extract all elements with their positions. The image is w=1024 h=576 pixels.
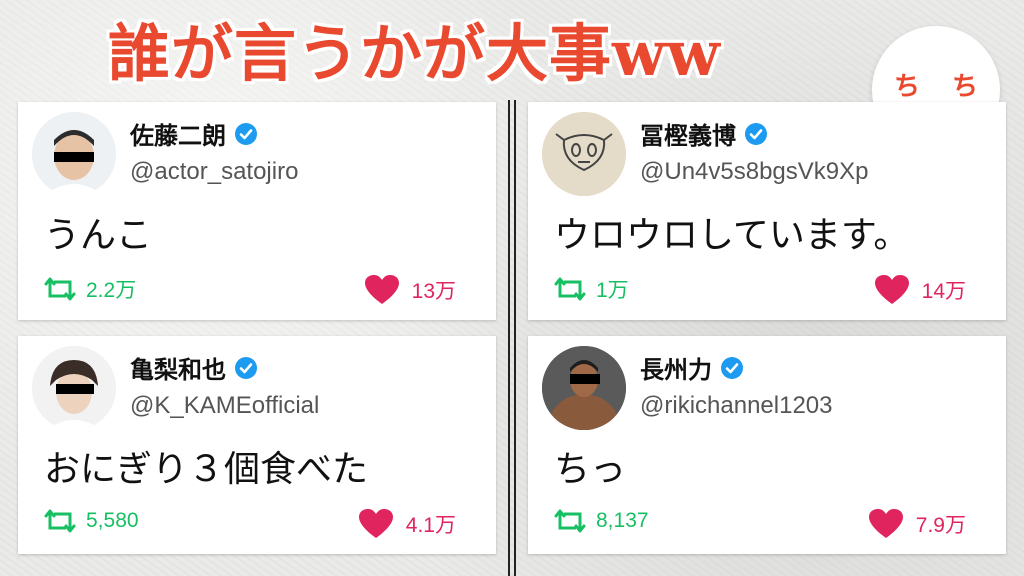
display-name-text: 冨樫義博 bbox=[640, 122, 736, 150]
display-name-text: 佐藤二朗 bbox=[130, 122, 226, 150]
tweet-stats: 2.2万 13万 bbox=[44, 274, 456, 304]
center-divider bbox=[508, 100, 516, 576]
avatar[interactable] bbox=[542, 346, 626, 430]
retweet-button[interactable]: 5,580 bbox=[44, 508, 139, 534]
like-count: 7.9万 bbox=[915, 514, 966, 537]
heart-icon bbox=[364, 275, 399, 304]
heart-icon bbox=[874, 275, 909, 304]
avatar[interactable] bbox=[542, 112, 626, 196]
retweet-icon bbox=[44, 277, 76, 301]
verified-badge-icon bbox=[235, 122, 257, 145]
display-name[interactable]: 冨樫義博 bbox=[640, 116, 768, 151]
display-name[interactable]: 亀梨和也 bbox=[130, 350, 258, 385]
like-button[interactable]: 4.1万 bbox=[358, 508, 456, 540]
tweet-card[interactable]: 亀梨和也 @K_KAMEofficial おにぎり３個食べた 5,580 4.1… bbox=[18, 336, 496, 554]
logo-char-right: ち bbox=[952, 72, 979, 102]
verified-badge-icon bbox=[745, 122, 767, 145]
tweet-text: ウロウロしています。 bbox=[554, 215, 910, 256]
logo-char-left: ち bbox=[894, 72, 921, 102]
tweet-text: ちっ bbox=[554, 449, 627, 490]
tweet-card[interactable]: 冨樫義博 @Un4v5s8bgsVk9Xp ウロウロしています。 1万 14万 bbox=[528, 102, 1006, 320]
retweet-count: 2.2万 bbox=[86, 279, 137, 302]
display-name-text: 長州力 bbox=[640, 356, 712, 384]
retweet-count: 5,580 bbox=[86, 509, 139, 532]
tweet-stats: 8,137 7.9万 bbox=[554, 508, 966, 538]
user-handle[interactable]: @Un4v5s8bgsVk9Xp bbox=[640, 158, 869, 186]
like-count: 14万 bbox=[921, 280, 966, 303]
avatar[interactable] bbox=[32, 346, 116, 430]
tweet-card[interactable]: 佐藤二朗 @actor_satojiro うんこ 2.2万 13万 bbox=[18, 102, 496, 320]
like-button[interactable]: 14万 bbox=[874, 274, 966, 306]
retweet-icon bbox=[554, 277, 586, 301]
retweet-button[interactable]: 8,137 bbox=[554, 508, 649, 534]
user-handle[interactable]: @actor_satojiro bbox=[130, 158, 298, 186]
tweet-card[interactable]: 長州力 @rikichannel1203 ちっ 8,137 7.9万 bbox=[528, 336, 1006, 554]
user-handle[interactable]: @rikichannel1203 bbox=[640, 392, 832, 420]
retweet-button[interactable]: 1万 bbox=[554, 274, 629, 304]
avatar[interactable] bbox=[32, 112, 116, 196]
like-count: 13万 bbox=[411, 280, 456, 303]
retweet-count: 8,137 bbox=[596, 509, 649, 532]
display-name[interactable]: 佐藤二朗 bbox=[130, 116, 258, 151]
like-count: 4.1万 bbox=[405, 514, 456, 537]
retweet-button[interactable]: 2.2万 bbox=[44, 274, 136, 304]
user-handle[interactable]: @K_KAMEofficial bbox=[130, 392, 319, 420]
tweet-text: おにぎり３個食べた bbox=[44, 449, 369, 490]
display-name[interactable]: 長州力 bbox=[640, 350, 744, 385]
like-button[interactable]: 13万 bbox=[364, 274, 456, 306]
page-title: 誰が言うかが大事ww bbox=[108, 17, 721, 90]
tweet-stats: 5,580 4.1万 bbox=[44, 508, 456, 538]
verified-badge-icon bbox=[235, 356, 257, 379]
heart-icon bbox=[868, 509, 903, 538]
retweet-icon bbox=[44, 509, 76, 533]
tweet-text: うんこ bbox=[44, 215, 153, 256]
display-name-text: 亀梨和也 bbox=[130, 356, 226, 384]
verified-badge-icon bbox=[721, 356, 743, 379]
retweet-count: 1万 bbox=[596, 279, 629, 302]
heart-icon bbox=[358, 509, 393, 538]
like-button[interactable]: 7.9万 bbox=[868, 508, 966, 540]
tweet-stats: 1万 14万 bbox=[554, 274, 966, 304]
retweet-icon bbox=[554, 509, 586, 533]
